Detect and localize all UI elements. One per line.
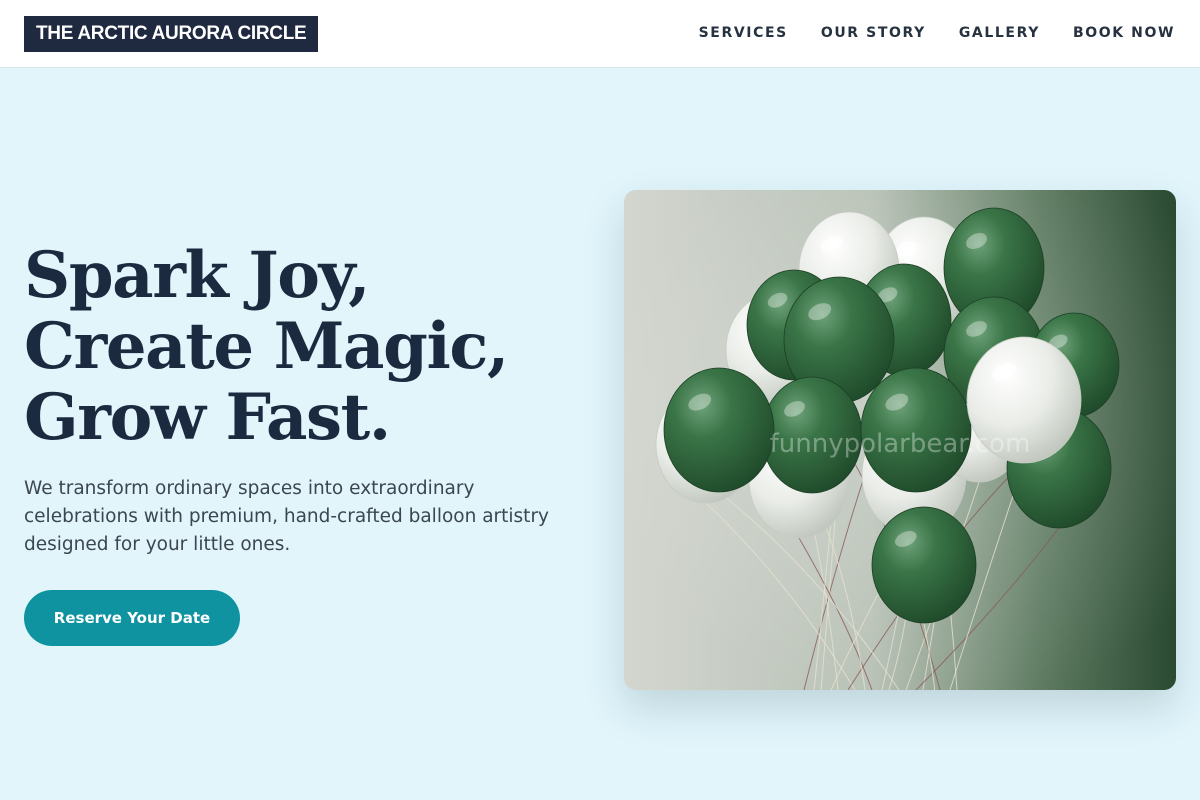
brand-logo[interactable]: THE ARCTIC AURORA CIRCLE: [24, 16, 319, 52]
green-balloon: [663, 367, 775, 493]
main-nav: SERVICES OUR STORY GALLERY BOOK NOW: [699, 0, 1175, 66]
nav-gallery[interactable]: GALLERY: [959, 25, 1040, 41]
hero-title-line-2: Create Magic,: [24, 309, 509, 384]
hero-title-line-3: Grow Fast.: [24, 380, 391, 455]
reserve-date-button[interactable]: Reserve Your Date: [24, 590, 240, 646]
site-header: THE ARCTIC AURORA CIRCLE SERVICES OUR ST…: [0, 0, 1200, 68]
nav-book-now[interactable]: BOOK NOW: [1073, 25, 1175, 41]
image-watermark: funnypolarbear.com: [770, 429, 1031, 459]
balloons-image: funnypolarbear.com: [624, 190, 1176, 690]
hero-description: We transform ordinary spaces into extrao…: [24, 478, 549, 555]
green-balloon: [871, 506, 977, 624]
nav-services[interactable]: SERVICES: [699, 25, 788, 41]
hero-title-line-1: Spark Joy,: [24, 238, 371, 313]
nav-our-story[interactable]: OUR STORY: [821, 25, 926, 41]
hero-title: Spark Joy, Create Magic, Grow Fast.: [24, 240, 584, 453]
hero-image-card: funnypolarbear.com: [624, 190, 1176, 690]
